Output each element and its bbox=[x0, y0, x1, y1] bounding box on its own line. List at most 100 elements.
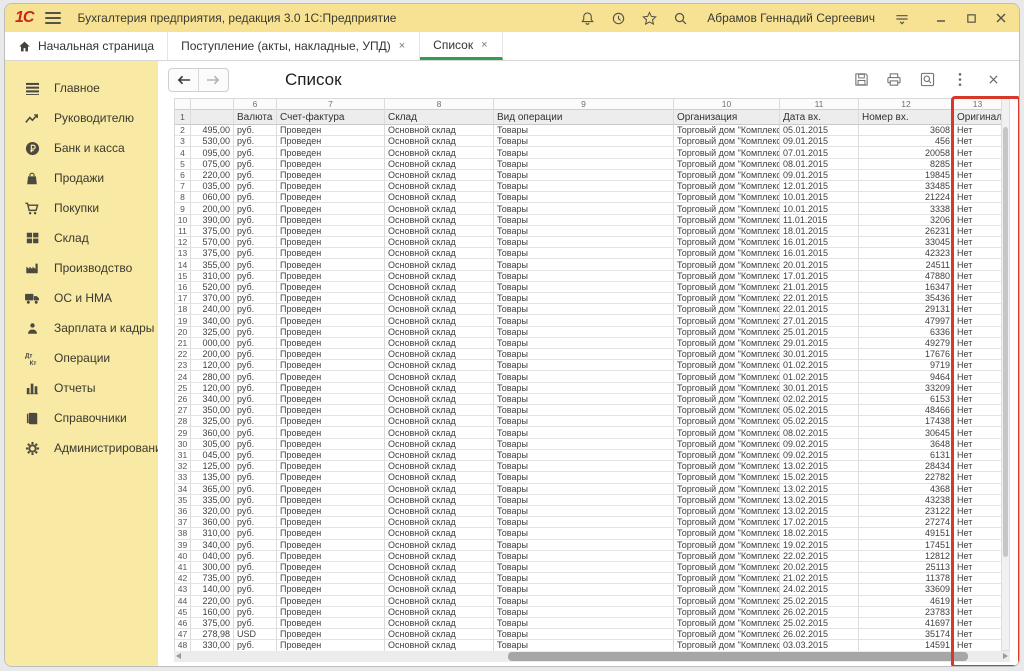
table-cell: руб. bbox=[234, 136, 277, 147]
table-row[interactable]: 6220,00руб.ПроведенОсновной складТоварыТ… bbox=[175, 170, 1002, 181]
table-row[interactable]: 7035,00руб.ПроведенОсновной складТоварыТ… bbox=[175, 181, 1002, 192]
table-cell: Товары bbox=[494, 271, 674, 282]
table-row[interactable]: 37360,00руб.ПроведенОсновной складТовары… bbox=[175, 517, 1002, 528]
table-row[interactable]: 10390,00руб.ПроведенОсновной складТовары… bbox=[175, 215, 1002, 226]
table-row[interactable]: 15310,00руб.ПроведенОсновной складТовары… bbox=[175, 271, 1002, 282]
history-icon[interactable] bbox=[610, 10, 626, 26]
sidebar-item-3[interactable]: Банк и касса bbox=[5, 133, 158, 163]
tab-close-icon[interactable]: × bbox=[480, 39, 488, 51]
horizontal-scrollbar-thumb[interactable] bbox=[508, 652, 968, 661]
close-icon[interactable] bbox=[993, 10, 1009, 26]
table-row[interactable]: 46375,00руб.ПроведенОсновной складТовары… bbox=[175, 618, 1002, 629]
maximize-icon[interactable] bbox=[963, 10, 979, 26]
table-row[interactable]: 48330,00руб.ПроведенОсновной складТовары… bbox=[175, 640, 1002, 651]
service-menu-icon[interactable] bbox=[894, 10, 910, 26]
sidebar-item-11[interactable]: Отчеты bbox=[5, 373, 158, 403]
favorites-star-icon[interactable] bbox=[641, 10, 657, 26]
table-row[interactable]: 36320,00руб.ПроведенОсновной складТовары… bbox=[175, 506, 1002, 517]
table-cell: Проведен bbox=[277, 517, 385, 528]
table-row[interactable]: 30305,00руб.ПроведенОсновной складТовары… bbox=[175, 439, 1002, 450]
print-icon[interactable] bbox=[886, 72, 902, 88]
table-row[interactable]: 28325,00руб.ПроведенОсновной складТовары… bbox=[175, 416, 1002, 427]
sidebar-item-7[interactable]: Производство bbox=[5, 253, 158, 283]
table-row[interactable]: 24280,00руб.ПроведенОсновной складТовары… bbox=[175, 371, 1002, 382]
table-cell: 22.01.2015 bbox=[780, 293, 859, 304]
table-row[interactable]: 12570,00руб.ПроведенОсновной складТовары… bbox=[175, 237, 1002, 248]
vertical-scrollbar[interactable] bbox=[1001, 98, 1010, 651]
table-cell: 13.02.2015 bbox=[780, 506, 859, 517]
forward-button[interactable] bbox=[198, 69, 228, 91]
tab-spisok[interactable]: Список × bbox=[420, 32, 502, 60]
sidebar-item-9[interactable]: Зарплата и кадры bbox=[5, 313, 158, 343]
column-number-row[interactable]: 678910111213 bbox=[175, 99, 1002, 110]
tab-close-icon[interactable]: × bbox=[398, 40, 406, 52]
minimize-icon[interactable] bbox=[933, 10, 949, 26]
table-cell: Нет bbox=[954, 439, 1002, 450]
search-icon[interactable] bbox=[672, 10, 688, 26]
table-row[interactable]: 26340,00руб.ПроведенОсновной складТовары… bbox=[175, 394, 1002, 405]
table-row[interactable]: 32125,00руб.ПроведенОсновной складТовары… bbox=[175, 461, 1002, 472]
table-row[interactable]: 2495,00руб.ПроведенОсновной складТоварыТ… bbox=[175, 125, 1002, 136]
table-row[interactable]: 44220,00руб.ПроведенОсновной складТовары… bbox=[175, 596, 1002, 607]
table-row[interactable]: 38310,00руб.ПроведенОсновной складТовары… bbox=[175, 528, 1002, 539]
current-user[interactable]: Абрамов Геннадий Сергеевич bbox=[707, 11, 875, 25]
tab-postuplenie[interactable]: Поступление (акты, накладные, УПД) × bbox=[168, 32, 420, 60]
table-row[interactable]: 33135,00руб.ПроведенОсновной складТовары… bbox=[175, 472, 1002, 483]
vertical-scrollbar-thumb[interactable] bbox=[1003, 127, 1008, 557]
sidebar-item-5[interactable]: Покупки bbox=[5, 193, 158, 223]
table-row[interactable]: 14355,00руб.ПроведенОсновной складТовары… bbox=[175, 259, 1002, 270]
sidebar-item-1[interactable]: Главное bbox=[5, 73, 158, 103]
close-list-icon[interactable] bbox=[985, 72, 1001, 88]
sidebar-item-10[interactable]: ДтКтОперации bbox=[5, 343, 158, 373]
table-row[interactable]: 5075,00руб.ПроведенОсновной складТоварыТ… bbox=[175, 159, 1002, 170]
table-row[interactable]: 40040,00руб.ПроведенОсновной складТовары… bbox=[175, 551, 1002, 562]
table-row[interactable]: 13375,00руб.ПроведенОсновной складТовары… bbox=[175, 248, 1002, 259]
scroll-right-icon[interactable] bbox=[1003, 653, 1008, 659]
table-cell: Товары bbox=[494, 248, 674, 259]
table-row[interactable]: 42735,00руб.ПроведенОсновной складТовары… bbox=[175, 573, 1002, 584]
table-row[interactable]: 4095,00руб.ПроведенОсновной складТоварыТ… bbox=[175, 147, 1002, 158]
horizontal-scrollbar[interactable] bbox=[174, 651, 1010, 662]
bell-icon[interactable] bbox=[579, 10, 595, 26]
table-row[interactable]: 9200,00руб.ПроведенОсновной складТоварыТ… bbox=[175, 203, 1002, 214]
table-row[interactable]: 47278,98USDПроведенОсновной складТоварыТ… bbox=[175, 629, 1002, 640]
find-icon[interactable] bbox=[919, 72, 935, 88]
save-icon[interactable] bbox=[853, 72, 869, 88]
sidebar-item-12[interactable]: Справочники bbox=[5, 403, 158, 433]
table-row[interactable]: 21000,00руб.ПроведенОсновной складТовары… bbox=[175, 338, 1002, 349]
table-row[interactable]: 19340,00руб.ПроведенОсновной складТовары… bbox=[175, 315, 1002, 326]
table-row[interactable]: 27350,00руб.ПроведенОсновной складТовары… bbox=[175, 405, 1002, 416]
table-row[interactable]: 3530,00руб.ПроведенОсновной складТоварыТ… bbox=[175, 136, 1002, 147]
table-row[interactable]: 29360,00руб.ПроведенОсновной складТовары… bbox=[175, 427, 1002, 438]
column-header-row[interactable]: 1ВалютаСчет-фактураСкладВид операцииОрга… bbox=[175, 110, 1002, 125]
table-cell: 8 bbox=[385, 99, 494, 110]
tab-home[interactable]: Начальная страница bbox=[5, 32, 168, 60]
table-row[interactable]: 31045,00руб.ПроведенОсновной складТовары… bbox=[175, 450, 1002, 461]
table-row[interactable]: 20325,00руб.ПроведенОсновной складТовары… bbox=[175, 327, 1002, 338]
table-row[interactable]: 22200,00руб.ПроведенОсновной складТовары… bbox=[175, 349, 1002, 360]
table-row[interactable]: 11375,00руб.ПроведенОсновной складТовары… bbox=[175, 226, 1002, 237]
table-row[interactable]: 35335,00руб.ПроведенОсновной складТовары… bbox=[175, 495, 1002, 506]
table-row[interactable]: 41300,00руб.ПроведенОсновной складТовары… bbox=[175, 562, 1002, 573]
sidebar-item-8[interactable]: ОС и НМА bbox=[5, 283, 158, 313]
scroll-left-icon[interactable] bbox=[176, 653, 181, 659]
table-row[interactable]: 17370,00руб.ПроведенОсновной складТовары… bbox=[175, 293, 1002, 304]
table-row[interactable]: 25120,00руб.ПроведенОсновной складТовары… bbox=[175, 383, 1002, 394]
table-row[interactable]: 16520,00руб.ПроведенОсновной складТовары… bbox=[175, 282, 1002, 293]
more-icon[interactable] bbox=[952, 72, 968, 88]
table-row[interactable]: 34365,00руб.ПроведенОсновной складТовары… bbox=[175, 484, 1002, 495]
table-row[interactable]: 18240,00руб.ПроведенОсновной складТовары… bbox=[175, 304, 1002, 315]
table-row[interactable]: 23120,00руб.ПроведенОсновной складТовары… bbox=[175, 360, 1002, 371]
table-cell: Нет bbox=[954, 540, 1002, 551]
table-row[interactable]: 43140,00руб.ПроведенОсновной складТовары… bbox=[175, 584, 1002, 595]
table-row[interactable]: 39340,00руб.ПроведенОсновной складТовары… bbox=[175, 540, 1002, 551]
table-row[interactable]: 45160,00руб.ПроведенОсновной складТовары… bbox=[175, 607, 1002, 618]
table-row[interactable]: 8060,00руб.ПроведенОсновной складТоварыТ… bbox=[175, 192, 1002, 203]
sidebar-item-2[interactable]: Руководителю bbox=[5, 103, 158, 133]
sidebar-item-4[interactable]: Продажи bbox=[5, 163, 158, 193]
sidebar-item-13[interactable]: Администрирование bbox=[5, 433, 158, 463]
table-cell: Товары bbox=[494, 237, 674, 248]
sidebar-item-6[interactable]: Склад bbox=[5, 223, 158, 253]
back-button[interactable] bbox=[169, 69, 198, 91]
main-menu-icon[interactable] bbox=[45, 12, 61, 24]
